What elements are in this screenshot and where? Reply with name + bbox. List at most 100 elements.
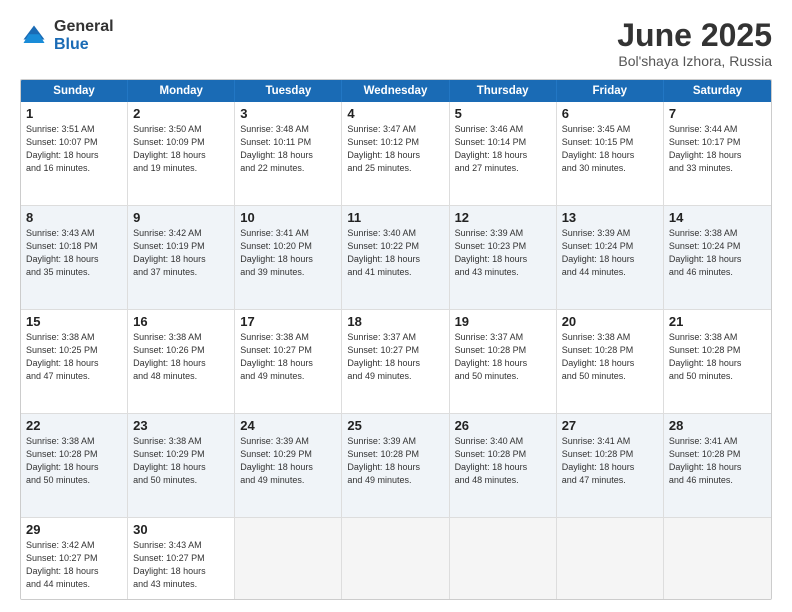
day-info: Sunrise: 3:50 AMSunset: 10:09 PMDaylight… — [133, 123, 229, 175]
day-number: 24 — [240, 418, 336, 433]
day-number: 20 — [562, 314, 658, 329]
day-info: Sunrise: 3:40 AMSunset: 10:22 PMDaylight… — [347, 227, 443, 279]
calendar-cell: 29 Sunrise: 3:42 AMSunset: 10:27 PMDaylig… — [21, 518, 128, 600]
calendar-body: 1 Sunrise: 3:51 AMSunset: 10:07 PMDayligh… — [21, 102, 771, 600]
day-info: Sunrise: 3:38 AMSunset: 10:29 PMDaylight… — [133, 435, 229, 487]
col-friday: Friday — [557, 80, 664, 102]
day-info: Sunrise: 3:38 AMSunset: 10:28 PMDaylight… — [562, 331, 658, 383]
day-number: 4 — [347, 106, 443, 121]
calendar-cell: 8 Sunrise: 3:43 AMSunset: 10:18 PMDayligh… — [21, 206, 128, 309]
calendar-cell: 24 Sunrise: 3:39 AMSunset: 10:29 PMDaylig… — [235, 414, 342, 517]
day-number: 16 — [133, 314, 229, 329]
calendar-cell: 27 Sunrise: 3:41 AMSunset: 10:28 PMDaylig… — [557, 414, 664, 517]
calendar: Sunday Monday Tuesday Wednesday Thursday… — [20, 79, 772, 600]
header: General Blue June 2025 Bol'shaya Izhora,… — [20, 18, 772, 69]
calendar-cell: 25 Sunrise: 3:39 AMSunset: 10:28 PMDaylig… — [342, 414, 449, 517]
day-number: 17 — [240, 314, 336, 329]
logo-general-text: General — [54, 18, 114, 36]
calendar-cell: 17 Sunrise: 3:38 AMSunset: 10:27 PMDaylig… — [235, 310, 342, 413]
day-number: 9 — [133, 210, 229, 225]
day-number: 8 — [26, 210, 122, 225]
logo-text: General Blue — [54, 18, 114, 53]
location-title: Bol'shaya Izhora, Russia — [617, 53, 772, 69]
day-number: 18 — [347, 314, 443, 329]
day-info: Sunrise: 3:39 AMSunset: 10:29 PMDaylight… — [240, 435, 336, 487]
day-info: Sunrise: 3:47 AMSunset: 10:12 PMDaylight… — [347, 123, 443, 175]
day-number: 21 — [669, 314, 766, 329]
day-number: 25 — [347, 418, 443, 433]
calendar-cell — [450, 518, 557, 600]
calendar-cell: 11 Sunrise: 3:40 AMSunset: 10:22 PMDaylig… — [342, 206, 449, 309]
day-info: Sunrise: 3:48 AMSunset: 10:11 PMDaylight… — [240, 123, 336, 175]
day-info: Sunrise: 3:38 AMSunset: 10:25 PMDaylight… — [26, 331, 122, 383]
calendar-cell: 6 Sunrise: 3:45 AMSunset: 10:15 PMDayligh… — [557, 102, 664, 205]
calendar-cell: 30 Sunrise: 3:43 AMSunset: 10:27 PMDaylig… — [128, 518, 235, 600]
day-number: 14 — [669, 210, 766, 225]
day-info: Sunrise: 3:45 AMSunset: 10:15 PMDaylight… — [562, 123, 658, 175]
day-info: Sunrise: 3:43 AMSunset: 10:27 PMDaylight… — [133, 539, 229, 591]
calendar-cell: 2 Sunrise: 3:50 AMSunset: 10:09 PMDayligh… — [128, 102, 235, 205]
calendar-cell: 21 Sunrise: 3:38 AMSunset: 10:28 PMDaylig… — [664, 310, 771, 413]
day-info: Sunrise: 3:38 AMSunset: 10:27 PMDaylight… — [240, 331, 336, 383]
calendar-cell: 15Sunrise: 3:38 AMSunset: 10:25 PMDaylig… — [21, 310, 128, 413]
day-info: Sunrise: 3:41 AMSunset: 10:20 PMDaylight… — [240, 227, 336, 279]
day-number: 3 — [240, 106, 336, 121]
calendar-cell: 3 Sunrise: 3:48 AMSunset: 10:11 PMDayligh… — [235, 102, 342, 205]
calendar-cell — [235, 518, 342, 600]
calendar-cell: 14 Sunrise: 3:38 AMSunset: 10:24 PMDaylig… — [664, 206, 771, 309]
day-info: Sunrise: 3:41 AMSunset: 10:28 PMDaylight… — [562, 435, 658, 487]
calendar-cell: 5 Sunrise: 3:46 AMSunset: 10:14 PMDayligh… — [450, 102, 557, 205]
calendar-week-1: 1 Sunrise: 3:51 AMSunset: 10:07 PMDayligh… — [21, 102, 771, 206]
calendar-cell — [342, 518, 449, 600]
day-number: 11 — [347, 210, 443, 225]
day-number: 19 — [455, 314, 551, 329]
logo-blue-text: Blue — [54, 36, 114, 54]
day-info: Sunrise: 3:38 AMSunset: 10:28 PMDaylight… — [669, 331, 766, 383]
day-info: Sunrise: 3:39 AMSunset: 10:28 PMDaylight… — [347, 435, 443, 487]
calendar-cell: 19 Sunrise: 3:37 AMSunset: 10:28 PMDaylig… — [450, 310, 557, 413]
month-title: June 2025 — [617, 18, 772, 53]
calendar-cell: 18Sunrise: 3:37 AMSunset: 10:27 PMDaylig… — [342, 310, 449, 413]
calendar-week-5: 29 Sunrise: 3:42 AMSunset: 10:27 PMDaylig… — [21, 518, 771, 600]
calendar-cell: 10Sunrise: 3:41 AMSunset: 10:20 PMDaylig… — [235, 206, 342, 309]
calendar-cell: 12Sunrise: 3:39 AMSunset: 10:23 PMDaylig… — [450, 206, 557, 309]
day-info: Sunrise: 3:41 AMSunset: 10:28 PMDaylight… — [669, 435, 766, 487]
day-number: 5 — [455, 106, 551, 121]
day-info: Sunrise: 3:44 AMSunset: 10:17 PMDaylight… — [669, 123, 766, 175]
calendar-cell: 13Sunrise: 3:39 AMSunset: 10:24 PMDaylig… — [557, 206, 664, 309]
day-number: 30 — [133, 522, 229, 537]
day-info: Sunrise: 3:37 AMSunset: 10:28 PMDaylight… — [455, 331, 551, 383]
day-info: Sunrise: 3:39 AMSunset: 10:23 PMDaylight… — [455, 227, 551, 279]
day-info: Sunrise: 3:46 AMSunset: 10:14 PMDaylight… — [455, 123, 551, 175]
col-sunday: Sunday — [21, 80, 128, 102]
calendar-cell: 1 Sunrise: 3:51 AMSunset: 10:07 PMDayligh… — [21, 102, 128, 205]
day-info: Sunrise: 3:43 AMSunset: 10:18 PMDaylight… — [26, 227, 122, 279]
calendar-cell: 4 Sunrise: 3:47 AMSunset: 10:12 PMDayligh… — [342, 102, 449, 205]
col-thursday: Thursday — [450, 80, 557, 102]
day-number: 2 — [133, 106, 229, 121]
day-number: 23 — [133, 418, 229, 433]
day-info: Sunrise: 3:38 AMSunset: 10:24 PMDaylight… — [669, 227, 766, 279]
day-info: Sunrise: 3:42 AMSunset: 10:27 PMDaylight… — [26, 539, 122, 591]
day-info: Sunrise: 3:51 AMSunset: 10:07 PMDaylight… — [26, 123, 122, 175]
day-number: 22 — [26, 418, 122, 433]
calendar-cell: 22Sunrise: 3:38 AMSunset: 10:28 PMDaylig… — [21, 414, 128, 517]
col-monday: Monday — [128, 80, 235, 102]
calendar-week-4: 22Sunrise: 3:38 AMSunset: 10:28 PMDaylig… — [21, 414, 771, 518]
day-number: 26 — [455, 418, 551, 433]
day-info: Sunrise: 3:38 AMSunset: 10:26 PMDaylight… — [133, 331, 229, 383]
day-number: 1 — [26, 106, 122, 121]
title-block: June 2025 Bol'shaya Izhora, Russia — [617, 18, 772, 69]
day-number: 29 — [26, 522, 122, 537]
day-number: 6 — [562, 106, 658, 121]
day-info: Sunrise: 3:42 AMSunset: 10:19 PMDaylight… — [133, 227, 229, 279]
col-tuesday: Tuesday — [235, 80, 342, 102]
calendar-cell: 28Sunrise: 3:41 AMSunset: 10:28 PMDaylig… — [664, 414, 771, 517]
col-saturday: Saturday — [664, 80, 771, 102]
calendar-cell: 9 Sunrise: 3:42 AMSunset: 10:19 PMDayligh… — [128, 206, 235, 309]
day-info: Sunrise: 3:40 AMSunset: 10:28 PMDaylight… — [455, 435, 551, 487]
logo: General Blue — [20, 18, 114, 53]
day-number: 13 — [562, 210, 658, 225]
day-number: 27 — [562, 418, 658, 433]
calendar-cell — [664, 518, 771, 600]
